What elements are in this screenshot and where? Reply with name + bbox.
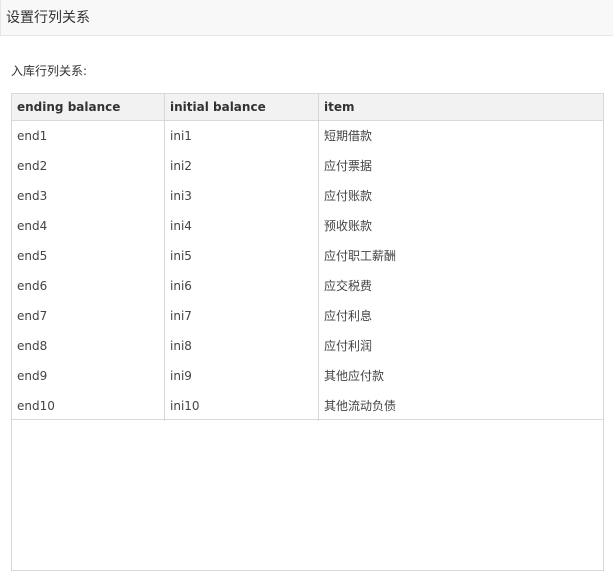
grid-body: end1 ini1 短期借款 end2 ini2 应付票据 end3 ini3 … (12, 121, 603, 421)
table-row[interactable]: end1 ini1 短期借款 (12, 121, 603, 151)
table-row[interactable]: end4 ini4 预收账款 (12, 211, 603, 241)
relation-grid: ending balance initial balance item end1… (11, 93, 604, 571)
cell-initial-balance[interactable]: ini3 (165, 181, 319, 211)
cell-ending-balance[interactable]: end7 (12, 301, 165, 331)
cell-item[interactable]: 其他流动负债 (319, 391, 603, 421)
cell-initial-balance[interactable]: ini5 (165, 241, 319, 271)
cell-ending-balance[interactable]: end6 (12, 271, 165, 301)
dialog-titlebar[interactable]: 设置行列关系 (0, 0, 613, 36)
cell-ending-balance[interactable]: end5 (12, 241, 165, 271)
cell-item[interactable]: 应付利息 (319, 301, 603, 331)
table-row[interactable]: end10 ini10 其他流动负债 (12, 391, 603, 421)
table-row[interactable]: end2 ini2 应付票据 (12, 151, 603, 181)
column-header-item[interactable]: item (319, 94, 603, 120)
grid-header: ending balance initial balance item (12, 94, 603, 121)
cell-ending-balance[interactable]: end8 (12, 331, 165, 361)
cell-initial-balance[interactable]: ini7 (165, 301, 319, 331)
cell-item[interactable]: 其他应付款 (319, 361, 603, 391)
cell-initial-balance[interactable]: ini10 (165, 391, 319, 421)
cell-ending-balance[interactable]: end4 (12, 211, 165, 241)
cell-item[interactable]: 预收账款 (319, 211, 603, 241)
cell-ending-balance[interactable]: end10 (12, 391, 165, 421)
section-label: 入库行列关系: (11, 64, 88, 78)
column-header-ending-balance[interactable]: ending balance (12, 94, 165, 120)
cell-item[interactable]: 应付账款 (319, 181, 603, 211)
cell-item[interactable]: 应付职工薪酬 (319, 241, 603, 271)
cell-item[interactable]: 应付利润 (319, 331, 603, 361)
table-row[interactable]: end5 ini5 应付职工薪酬 (12, 241, 603, 271)
cell-item[interactable]: 应付票据 (319, 151, 603, 181)
cell-initial-balance[interactable]: ini8 (165, 331, 319, 361)
cell-initial-balance[interactable]: ini1 (165, 121, 319, 151)
cell-ending-balance[interactable]: end1 (12, 121, 165, 151)
relation-dialog: 设置行列关系 入库行列关系: ending balance initial ba… (0, 0, 613, 578)
cell-initial-balance[interactable]: ini6 (165, 271, 319, 301)
table-row[interactable]: end7 ini7 应付利息 (12, 301, 603, 331)
cell-initial-balance[interactable]: ini4 (165, 211, 319, 241)
cell-initial-balance[interactable]: ini2 (165, 151, 319, 181)
cell-ending-balance[interactable]: end2 (12, 151, 165, 181)
table-row[interactable]: end8 ini8 应付利润 (12, 331, 603, 361)
table-row[interactable]: end6 ini6 应交税费 (12, 271, 603, 301)
cell-item[interactable]: 短期借款 (319, 121, 603, 151)
column-header-initial-balance[interactable]: initial balance (165, 94, 319, 120)
cell-initial-balance[interactable]: ini9 (165, 361, 319, 391)
cell-ending-balance[interactable]: end9 (12, 361, 165, 391)
dialog-title: 设置行列关系 (6, 10, 90, 26)
table-row[interactable]: end3 ini3 应付账款 (12, 181, 603, 211)
cell-item[interactable]: 应交税费 (319, 271, 603, 301)
cell-ending-balance[interactable]: end3 (12, 181, 165, 211)
table-row[interactable]: end9 ini9 其他应付款 (12, 361, 603, 391)
